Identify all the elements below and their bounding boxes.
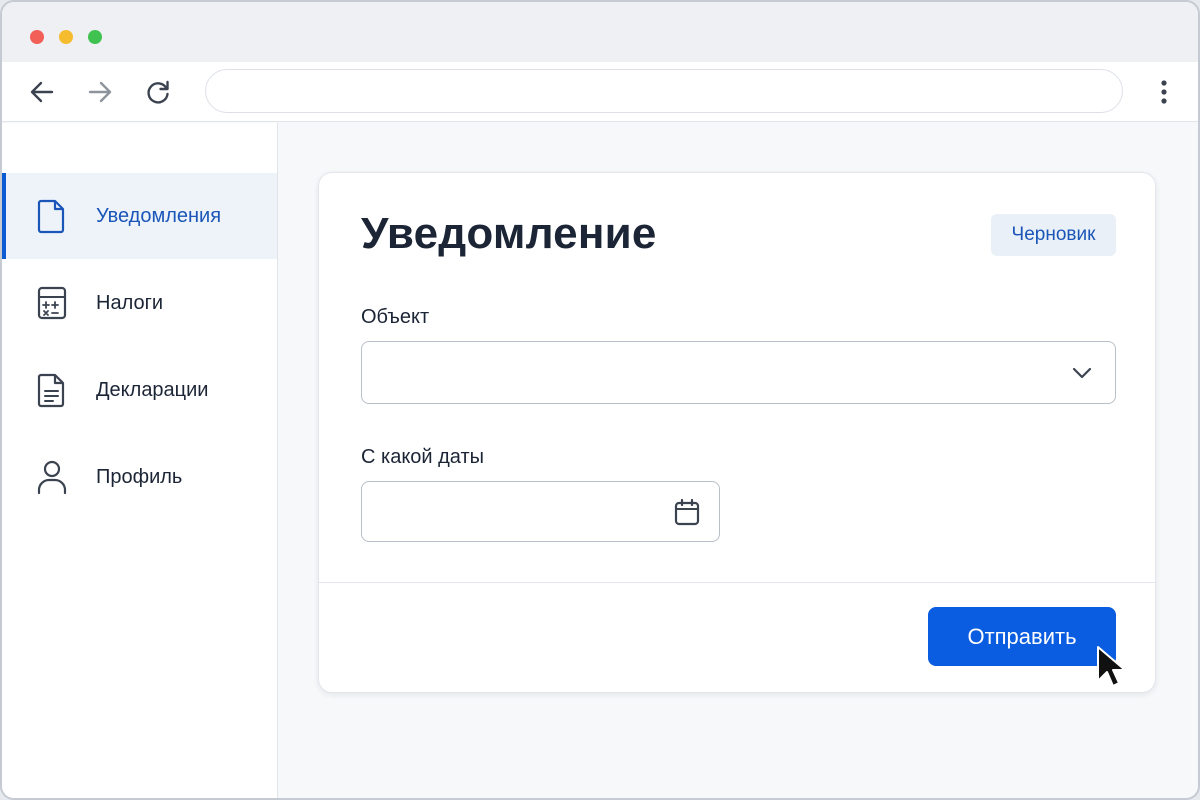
- calendar-icon[interactable]: [673, 498, 701, 526]
- arrow-left-icon: [30, 81, 54, 103]
- sidebar-item-label: Декларации: [96, 378, 209, 401]
- submit-button[interactable]: Отправить: [928, 607, 1116, 666]
- close-window-button[interactable]: [30, 30, 44, 44]
- forward-button[interactable]: [84, 76, 116, 108]
- sidebar-item-profile[interactable]: Профиль: [2, 434, 277, 520]
- date-field-label: С какой даты: [361, 446, 485, 468]
- sidebar-item-notifications[interactable]: Уведомления: [2, 173, 277, 259]
- document-icon: [36, 198, 68, 234]
- reload-button[interactable]: [142, 76, 174, 108]
- sidebar-item-label: Уведомления: [96, 204, 222, 227]
- title-bar: [2, 2, 1198, 62]
- browser-menu-button[interactable]: [1152, 76, 1176, 108]
- back-button[interactable]: [26, 76, 58, 108]
- sidebar-item-taxes[interactable]: Налоги: [2, 260, 277, 346]
- page-title: Уведомление: [361, 209, 657, 258]
- minimize-window-button[interactable]: [59, 30, 73, 44]
- document-lines-icon: [36, 372, 68, 408]
- kebab-menu-icon: [1161, 80, 1167, 104]
- browser-toolbar: [2, 62, 1198, 122]
- status-badge: Черновик: [991, 214, 1116, 256]
- calculator-icon: [36, 285, 68, 321]
- browser-window: Уведомления Налоги Декларации Профиль Ув…: [0, 0, 1200, 800]
- date-input[interactable]: [361, 481, 720, 542]
- chevron-down-icon: [1071, 362, 1093, 384]
- address-bar[interactable]: [205, 69, 1123, 113]
- maximize-window-button[interactable]: [88, 30, 102, 44]
- user-icon: [36, 459, 68, 495]
- arrow-right-icon: [88, 81, 112, 103]
- sidebar: Уведомления Налоги Декларации Профиль: [2, 123, 278, 798]
- card-divider: [319, 582, 1155, 583]
- notification-form-card: Уведомление Черновик Объект С какой даты…: [318, 172, 1156, 693]
- sidebar-item-declarations[interactable]: Декларации: [2, 347, 277, 433]
- sidebar-item-label: Налоги: [96, 291, 164, 314]
- object-select[interactable]: [361, 341, 1116, 404]
- reload-icon: [147, 80, 169, 104]
- sidebar-item-label: Профиль: [96, 465, 183, 488]
- object-field-label: Объект: [361, 306, 430, 328]
